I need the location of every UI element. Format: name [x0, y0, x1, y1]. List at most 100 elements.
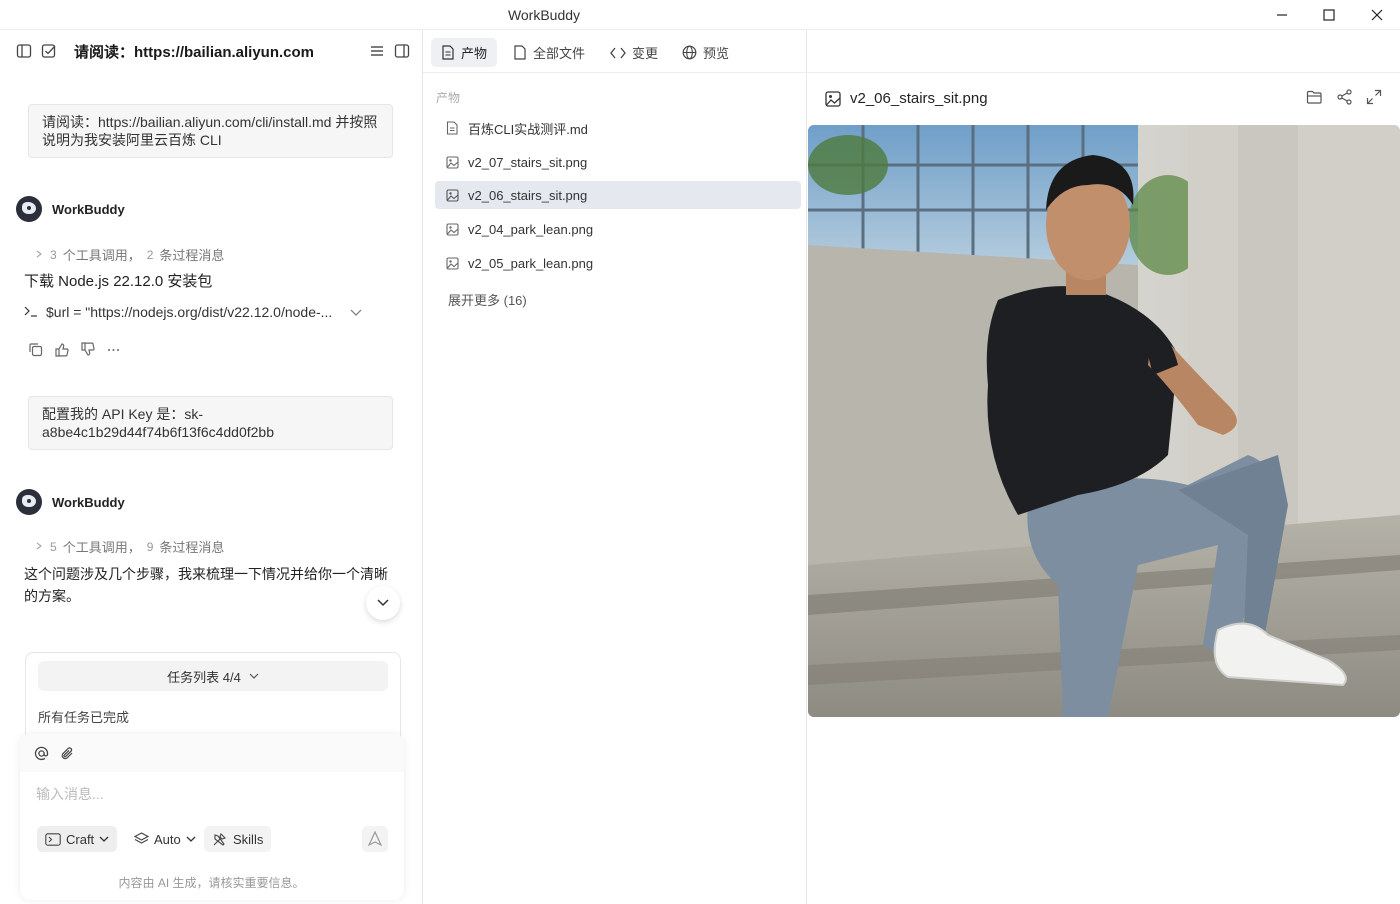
preview-header: v2_06_stairs_sit.png [808, 73, 1400, 125]
bot-header: WorkBuddy [16, 489, 125, 515]
chevron-down-icon [186, 836, 196, 842]
chat-title: 请阅读：https://bailian.aliyun.com [74, 44, 315, 61]
preview-image [808, 125, 1400, 717]
mode-label: Craft [66, 831, 95, 847]
image-icon [446, 222, 459, 236]
folder-open-icon[interactable] [1306, 89, 1324, 108]
mode-selector[interactable]: Craft [37, 826, 118, 852]
bot-name: WorkBuddy [52, 201, 125, 217]
bot-message: 这个问题涉及几个步骤，我来梳理一下情况并给你一个清晰的方案。 [24, 566, 388, 604]
sidebar-toggle-icon[interactable] [14, 41, 34, 61]
scroll-down-button[interactable] [366, 586, 400, 620]
tab-all-files[interactable]: 全部文件 [503, 38, 595, 67]
preview-panel: v2_06_stairs_sit.png [808, 73, 1400, 904]
share-icon[interactable] [1336, 89, 1354, 108]
menu-icon[interactable] [367, 41, 387, 61]
terminal-icon [24, 304, 38, 320]
chat-header: 请阅读：https://bailian.aliyun.com [0, 30, 423, 72]
terminal-icon [45, 832, 61, 846]
tools-icon [213, 832, 227, 846]
tool-count: 5 [50, 539, 57, 554]
file-item[interactable]: v2_04_park_lean.png [435, 215, 801, 243]
new-task-icon[interactable] [39, 41, 59, 61]
section-label: 产物 [436, 91, 461, 105]
skills-button[interactable]: Skills [204, 826, 272, 852]
file-item-selected[interactable]: v2_06_stairs_sit.png [435, 181, 801, 209]
tab-label: 预览 [703, 46, 730, 61]
tool-count: 3 [50, 247, 57, 262]
message-count: 9 [146, 539, 154, 554]
minimize-button[interactable] [1259, 0, 1305, 30]
image-icon [446, 256, 459, 270]
message-actions [26, 340, 122, 358]
message-input[interactable] [26, 774, 398, 814]
process-summary[interactable]: 5 个工具调用， 9 条过程消息 [34, 537, 224, 556]
task-list-toggle[interactable]: 任务列表 4/4 [38, 661, 388, 691]
chevron-down-icon [249, 673, 259, 679]
bot-message: 下载 Node.js 22.12.0 安装包 [24, 273, 213, 290]
send-icon [368, 831, 382, 847]
document-icon [442, 45, 454, 60]
chevron-right-icon [34, 247, 44, 262]
file-name: v2_04_park_lean.png [468, 221, 594, 237]
tab-label: 全部文件 [533, 46, 586, 61]
document-icon [446, 121, 458, 135]
file-item[interactable]: v2_07_stairs_sit.png [435, 148, 801, 176]
minimize-icon [1277, 14, 1287, 16]
file-name: v2_05_park_lean.png [468, 255, 594, 271]
file-item[interactable]: v2_05_park_lean.png [435, 249, 801, 277]
tool-label: 个工具调用， [62, 540, 141, 555]
code-icon [610, 47, 626, 58]
file-panel: 产物 全部文件 变更 预览 产物 百炼CLI实战测评.md v2_07_stai… [423, 30, 1400, 904]
file-item[interactable]: 百炼CLI实战测评.md [435, 114, 801, 142]
attach-icon[interactable] [58, 744, 76, 762]
close-icon [1371, 9, 1383, 21]
chevron-down-icon [350, 304, 362, 320]
image-icon [825, 91, 841, 110]
file-name: v2_07_stairs_sit.png [468, 154, 588, 170]
task-list-label: 任务列表 4/4 [167, 669, 241, 685]
file-name: 百炼CLI实战测评.md [468, 121, 588, 137]
maximize-icon [1323, 9, 1335, 21]
mention-icon[interactable] [32, 744, 50, 762]
send-button[interactable] [362, 826, 388, 852]
chevron-down-icon [99, 836, 109, 842]
chat-panel: 请阅读：https://bailian.aliyun.com 请阅读：https… [0, 30, 423, 904]
message-label: 条过程消息 [159, 540, 225, 555]
thumbs-down-icon[interactable] [78, 340, 96, 358]
tab-changes[interactable]: 变更 [600, 38, 668, 67]
preview-toolbar [1306, 89, 1382, 108]
tab-label: 产物 [461, 46, 488, 61]
model-selector[interactable]: Auto [126, 826, 204, 852]
thumbs-up-icon[interactable] [52, 340, 70, 358]
bot-avatar [16, 489, 42, 515]
panel-tabs: 产物 全部文件 变更 预览 [423, 30, 1400, 73]
file-icon [514, 45, 526, 60]
bot-header: WorkBuddy [16, 196, 125, 222]
tool-label: 个工具调用， [62, 248, 141, 263]
composer-toolbar [20, 734, 404, 772]
maximize-button[interactable] [1306, 0, 1352, 30]
user-message: 配置我的 API Key 是：sk-a8be4c1b29d44f74b6f13f… [28, 396, 393, 450]
image-icon [446, 188, 459, 202]
more-icon[interactable] [104, 340, 122, 358]
close-button[interactable] [1354, 0, 1400, 30]
copy-icon[interactable] [26, 340, 44, 358]
tab-preview[interactable]: 预览 [672, 38, 739, 67]
expand-icon[interactable] [1366, 89, 1382, 108]
message-count: 2 [146, 247, 154, 262]
show-more-link[interactable]: 展开更多 (16) [448, 290, 527, 309]
command-row[interactable]: $url = "https://nodejs.org/dist/v22.12.0… [24, 304, 362, 320]
command-text: $url = "https://nodejs.org/dist/v22.12.0… [46, 304, 333, 320]
chevron-right-icon [34, 539, 44, 554]
chevron-down-icon [377, 599, 389, 607]
globe-icon [682, 45, 697, 60]
bot-avatar [16, 196, 42, 222]
panel-toggle-icon[interactable] [392, 41, 412, 61]
process-summary[interactable]: 3 个工具调用， 2 条过程消息 [34, 245, 224, 264]
tab-label: 变更 [632, 46, 659, 61]
layers-icon [134, 832, 149, 844]
preview-file-name: v2_06_stairs_sit.png [850, 90, 988, 107]
file-name: v2_06_stairs_sit.png [468, 187, 588, 203]
tab-artifacts[interactable]: 产物 [431, 38, 498, 67]
